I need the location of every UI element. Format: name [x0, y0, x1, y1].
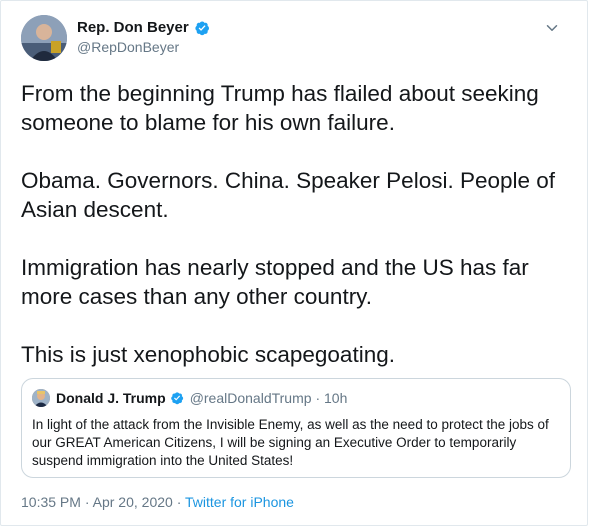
tweet-paragraph: Obama. Governors. China. Speaker Pelosi.… [21, 168, 556, 222]
quoted-author-name[interactable]: Donald J. Trump [56, 390, 166, 406]
author-handle[interactable]: @RepDonBeyer [77, 39, 179, 55]
tweet-text: From the beginning Trump has flailed abo… [21, 79, 561, 398]
tweet-meta: 10:35 PM · Apr 20, 2020 · Twitter for iP… [21, 494, 294, 510]
quoted-timestamp[interactable]: 10h [324, 390, 347, 406]
author-name[interactable]: Rep. Don Beyer [77, 19, 189, 36]
chevron-down-icon[interactable] [543, 19, 561, 37]
profile-photo-icon[interactable] [21, 15, 67, 61]
tweet-paragraph: From the beginning Trump has flailed abo… [21, 81, 539, 135]
tweet-paragraph: This is just xenophobic scapegoating. [21, 342, 395, 367]
quoted-tweet-text: In light of the attack from the Invisibl… [32, 417, 549, 468]
tweet-paragraph: Immigration has nearly stopped and the U… [21, 255, 529, 309]
tweet-card: Rep. Don Beyer @RepDonBeyer From the beg… [0, 0, 588, 526]
quoted-tweet[interactable]: Donald J. Trump @realDonaldTrump · 10h I… [21, 378, 571, 478]
verified-badge-icon [170, 392, 183, 405]
tweet-source-link[interactable]: Twitter for iPhone [185, 494, 294, 510]
tweet-header: Rep. Don Beyer @RepDonBeyer [21, 15, 561, 63]
separator-dot: · [315, 390, 321, 406]
separator-dot: · [84, 494, 90, 510]
quoted-author-handle[interactable]: @realDonaldTrump [190, 390, 312, 406]
tweet-time[interactable]: 10:35 PM [21, 494, 81, 510]
verified-badge-icon [195, 21, 209, 35]
separator-dot: · [176, 494, 182, 510]
quoted-tweet-header: Donald J. Trump @realDonaldTrump · 10h [32, 389, 347, 407]
tweet-date[interactable]: Apr 20, 2020 [93, 494, 173, 510]
quoted-profile-photo-icon [32, 389, 50, 407]
